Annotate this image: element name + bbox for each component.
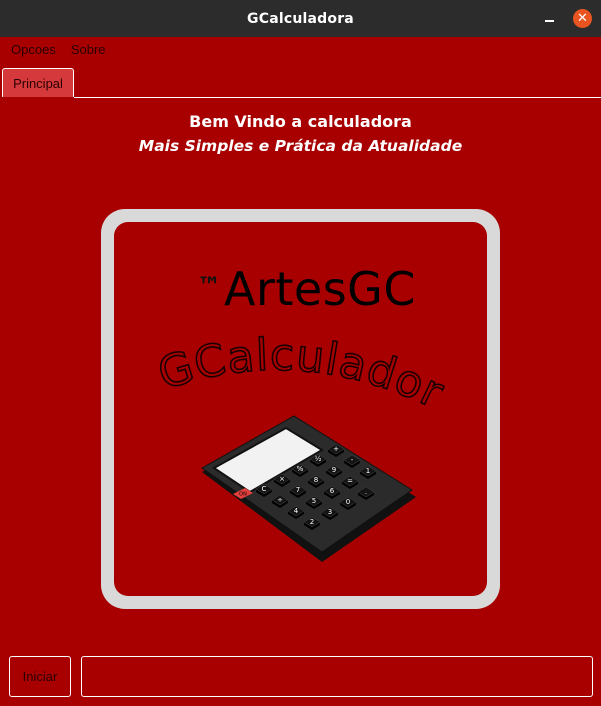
window-title: GCalculadora (247, 10, 354, 27)
tab-bar: Principal (0, 66, 601, 98)
logo-panel: ™ ArtesGC GCalculadora ONC×%½+÷789-456=1… (114, 222, 487, 596)
svg-text:5: 5 (312, 497, 316, 505)
svg-text:C: C (262, 485, 267, 493)
close-button[interactable]: ✕ (573, 9, 592, 28)
svg-text:0: 0 (346, 498, 350, 506)
result-input[interactable] (81, 656, 593, 697)
svg-text:3: 3 (328, 508, 332, 516)
window-titlebar: GCalculadora ✕ (0, 0, 601, 37)
welcome-heading: Bem Vindo a calculadora (189, 112, 412, 131)
menu-opcoes[interactable]: Opcoes (0, 42, 63, 57)
svg-text:=: = (347, 477, 353, 485)
start-button[interactable]: Iniciar (9, 656, 71, 697)
svg-text:8: 8 (314, 476, 318, 484)
svg-text:9: 9 (332, 466, 336, 474)
svg-text:1: 1 (366, 467, 370, 475)
menu-sobre[interactable]: Sobre (63, 42, 113, 57)
calculator-icon: ONC×%½+÷789-456=1230. (201, 415, 416, 562)
tab-principal[interactable]: Principal (2, 68, 74, 97)
minimize-icon (544, 20, 554, 22)
svg-text:×: × (279, 475, 285, 483)
tab-divider (74, 97, 601, 98)
welcome-subtitle: Mais Simples e Prática da Atualidade (138, 137, 463, 155)
minimize-button[interactable] (541, 8, 557, 28)
svg-text:4: 4 (294, 507, 299, 515)
svg-text:6: 6 (330, 487, 335, 495)
svg-text:+: + (333, 445, 339, 453)
svg-text:ON: ON (239, 492, 247, 498)
svg-text:÷: ÷ (277, 496, 283, 504)
svg-text:%: % (297, 465, 304, 473)
svg-text:7: 7 (296, 486, 300, 494)
close-icon: ✕ (577, 11, 588, 26)
svg-text:2: 2 (310, 518, 314, 526)
logo-frame: ™ ArtesGC GCalculadora ONC×%½+÷789-456=1… (101, 209, 500, 609)
svg-text:.: . (365, 488, 367, 496)
menu-bar: Opcoes Sobre (0, 37, 601, 61)
svg-text:½: ½ (315, 455, 322, 463)
